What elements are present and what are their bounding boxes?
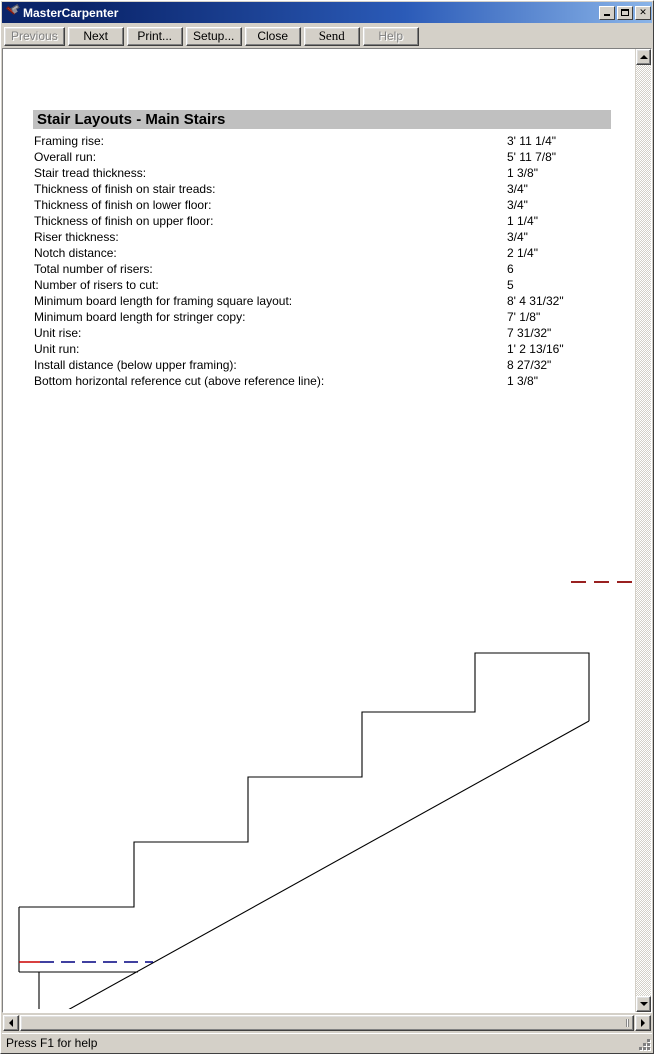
toolbar: Previous Next Print... Setup... Close Se… bbox=[2, 25, 652, 47]
report-row-value: 3' 11 1/4" bbox=[507, 134, 557, 148]
caption-button-group: ✕ bbox=[599, 5, 651, 20]
report-row-label: Thickness of finish on stair treads: bbox=[34, 182, 216, 196]
previous-button[interactable]: Previous bbox=[4, 26, 65, 46]
print-button[interactable]: Print... bbox=[126, 26, 183, 46]
report-row: Thickness of finish on upper floor: 1 1/4… bbox=[34, 213, 610, 229]
report-row-value: 1 1/4" bbox=[507, 214, 538, 228]
report-row: Overall run: 5' 11 7/8" bbox=[34, 149, 610, 165]
report-row-label: Notch distance: bbox=[34, 246, 117, 260]
page-title: Stair Layouts - Main Stairs bbox=[37, 111, 226, 128]
report-row: Total number of risers: 6 bbox=[34, 261, 610, 277]
report-row: Unit rise: 7 31/32" bbox=[34, 325, 610, 341]
hammer-icon bbox=[4, 3, 20, 21]
title-bar: MasterCarpenter ✕ bbox=[2, 2, 652, 23]
report-row-label: Thickness of finish on lower floor: bbox=[34, 198, 212, 212]
chevron-down-icon bbox=[639, 1002, 648, 1006]
report-row-label: Install distance (below upper framing): bbox=[34, 358, 237, 372]
report-row-label: Stair tread thickness: bbox=[34, 166, 147, 180]
report-row-label: Overall run: bbox=[34, 150, 97, 164]
report-row-value: 3/4" bbox=[507, 198, 528, 212]
status-message: Press F1 for help bbox=[6, 1036, 98, 1050]
client-area: Stair Layouts - Main Stairs Framing rise… bbox=[2, 48, 652, 1032]
minimize-icon bbox=[604, 13, 610, 16]
report-row: Install distance (below upper framing): 8… bbox=[34, 357, 610, 373]
report-row-value: 3/4" bbox=[507, 182, 528, 196]
report-row-label: Framing rise: bbox=[34, 134, 105, 148]
report-row-label: Minimum board length for framing square … bbox=[34, 294, 293, 308]
minimize-button[interactable] bbox=[599, 5, 615, 20]
horizontal-scroll-thumb[interactable] bbox=[20, 1015, 634, 1031]
report-row-list: Framing rise: 3' 11 1/4" Overall run: 5' 11… bbox=[34, 133, 610, 389]
report-row-value: 3/4" bbox=[507, 230, 528, 244]
report-row-value: 8' 4 31/32" bbox=[507, 294, 564, 308]
report-row: Number of risers to cut: 5 bbox=[34, 277, 610, 293]
report-row-label: Thickness of finish on upper floor: bbox=[34, 214, 214, 228]
report-row-value: 7 31/32" bbox=[507, 326, 552, 340]
close-button[interactable]: Close bbox=[244, 26, 301, 46]
scroll-up-button[interactable] bbox=[636, 49, 651, 65]
report-row-label: Minimum board length for stringer copy: bbox=[34, 310, 246, 324]
report-row: Riser thickness: 3/4" bbox=[34, 229, 610, 245]
report-row: Unit run: 1' 2 13/16" bbox=[34, 341, 610, 357]
report-row-value: 6 bbox=[507, 262, 514, 276]
report-row-value: 7' 1/8" bbox=[507, 310, 541, 324]
horizontal-scrollbar[interactable] bbox=[3, 1014, 651, 1032]
report-row-value: 5 bbox=[507, 278, 514, 292]
send-button[interactable]: Send bbox=[303, 26, 360, 46]
report-row: Thickness of finish on lower floor: 3/4" bbox=[34, 197, 610, 213]
report-row-label: Bottom horizontal reference cut (above r… bbox=[34, 374, 325, 388]
scroll-right-button[interactable] bbox=[635, 1015, 651, 1031]
next-button[interactable]: Next bbox=[67, 26, 124, 46]
stringer-bottom-diagonal bbox=[68, 720, 590, 1009]
report-row-label: Unit rise: bbox=[34, 326, 82, 340]
report-row-label: Unit run: bbox=[34, 342, 80, 356]
chevron-up-icon bbox=[639, 55, 648, 59]
report-row-value: 1 3/8" bbox=[507, 166, 538, 180]
chevron-right-icon bbox=[641, 1019, 645, 1027]
maximize-icon bbox=[621, 9, 629, 16]
print-preview-page: Stair Layouts - Main Stairs Framing rise… bbox=[3, 49, 635, 1012]
close-icon: ✕ bbox=[639, 7, 647, 17]
help-button[interactable]: Help bbox=[362, 26, 419, 46]
report-row-value: 8 27/32" bbox=[507, 358, 552, 372]
report-row: Minimum board length for framing square … bbox=[34, 293, 610, 309]
maximize-button[interactable] bbox=[617, 5, 633, 20]
resize-grip-icon[interactable] bbox=[637, 1037, 651, 1051]
scroll-down-button[interactable] bbox=[636, 996, 651, 1012]
chevron-left-icon bbox=[9, 1019, 13, 1027]
report-row-label: Number of risers to cut: bbox=[34, 278, 159, 292]
report-row-value: 1 3/8" bbox=[507, 374, 538, 388]
report-row: Thickness of finish on stair treads: 3/4" bbox=[34, 181, 610, 197]
report-row: Bottom horizontal reference cut (above r… bbox=[34, 373, 610, 389]
report-row-value: 5' 11 7/8" bbox=[507, 150, 557, 164]
report-row: Notch distance: 2 1/4" bbox=[34, 245, 610, 261]
report-header-band: Stair Layouts - Main Stairs bbox=[33, 110, 611, 129]
setup-button[interactable]: Setup... bbox=[185, 26, 242, 46]
report-row: Minimum board length for stringer copy: 7… bbox=[34, 309, 610, 325]
status-bar: Press F1 for help bbox=[2, 1033, 652, 1052]
application-window: MasterCarpenter ✕ Previous Next Print...… bbox=[0, 0, 654, 1054]
report-row-label: Total number of risers: bbox=[34, 262, 153, 276]
report-row-label: Riser thickness: bbox=[34, 230, 119, 244]
report-row-value: 2 1/4" bbox=[507, 246, 538, 260]
window-title: MasterCarpenter bbox=[23, 5, 119, 20]
report-row-value: 1' 2 13/16" bbox=[507, 342, 564, 356]
report-row: Stair tread thickness: 1 3/8" bbox=[34, 165, 610, 181]
close-window-button[interactable]: ✕ bbox=[635, 5, 651, 20]
report-row: Framing rise: 3' 11 1/4" bbox=[34, 133, 610, 149]
stringer-outline bbox=[19, 652, 590, 908]
document-frame: Stair Layouts - Main Stairs Framing rise… bbox=[2, 48, 652, 1013]
scroll-thumb-grip bbox=[626, 1019, 629, 1027]
vertical-scroll-track[interactable] bbox=[636, 65, 651, 996]
vertical-scrollbar[interactable] bbox=[635, 49, 651, 1012]
scroll-left-button[interactable] bbox=[3, 1015, 19, 1031]
